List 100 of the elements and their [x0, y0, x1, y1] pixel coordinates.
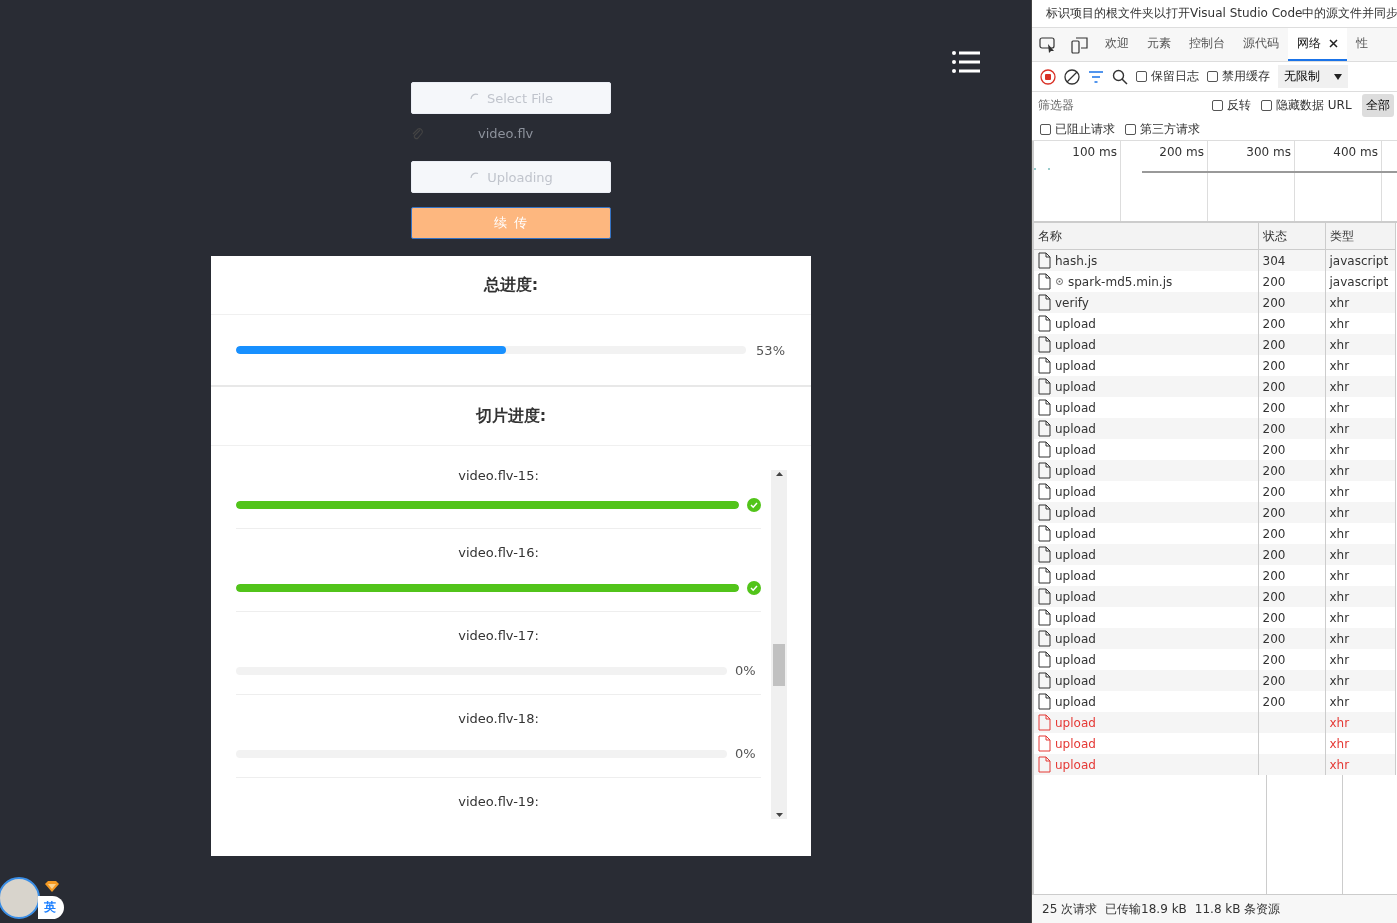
request-name[interactable]: upload	[1055, 463, 1096, 478]
status-code: 200	[1262, 631, 1286, 646]
status-text: 11.8 kB 条资源	[1194, 900, 1281, 918]
request-name[interactable]: upload	[1055, 757, 1096, 772]
checkbox[interactable]	[1136, 71, 1147, 82]
request-name[interactable]: upload	[1055, 652, 1096, 667]
request-name[interactable]: upload	[1055, 316, 1096, 331]
status-code: 200	[1262, 694, 1286, 709]
column-header[interactable]: 状态	[1258, 223, 1325, 250]
request-name[interactable]: upload	[1055, 589, 1096, 604]
avatar[interactable]	[0, 877, 40, 919]
request-type: xhr	[1329, 610, 1350, 625]
status-code: 200	[1262, 295, 1286, 310]
request-name[interactable]: upload	[1055, 358, 1096, 373]
request-name[interactable]: upload	[1055, 673, 1096, 688]
column-header[interactable]: 名称	[1034, 223, 1258, 250]
timeline-tick: 200 ms	[1159, 145, 1204, 159]
gem-icon	[44, 880, 60, 893]
status-code: 200	[1262, 379, 1286, 394]
request-type: xhr	[1329, 463, 1350, 478]
devtools-tab[interactable]: 网络	[1288, 28, 1347, 61]
close-icon[interactable]	[1329, 39, 1338, 48]
request-name[interactable]: upload	[1055, 547, 1096, 562]
scrollbar-thumb[interactable]	[773, 643, 785, 686]
request-name[interactable]: upload	[1055, 442, 1096, 457]
checkbox[interactable]	[1212, 99, 1223, 111]
scrollbar[interactable]	[771, 470, 787, 819]
request-type: xhr	[1329, 547, 1350, 562]
checkbox[interactable]	[1261, 99, 1272, 111]
devtools-tab[interactable]: 控制台	[1180, 28, 1234, 61]
request-name[interactable]: upload	[1055, 568, 1096, 583]
checkbox-label: 保留日志	[1151, 68, 1199, 85]
progress-percent: 0%	[735, 746, 757, 761]
request-name[interactable]: upload	[1055, 505, 1096, 520]
request-name[interactable]: upload	[1055, 694, 1096, 709]
section-title: 切片进度:	[211, 387, 811, 446]
request-name[interactable]: hash.js	[1055, 253, 1098, 268]
request-type: xhr	[1329, 379, 1350, 394]
devtools-tab[interactable]: 性	[1347, 28, 1377, 61]
chunk-label: video.flv-19:	[458, 794, 539, 809]
type-filter-button[interactable]: 全部	[1361, 93, 1394, 117]
status-code: 200	[1262, 673, 1286, 688]
chunk-label: video.flv-15:	[458, 470, 539, 483]
request-name[interactable]: verify	[1055, 295, 1089, 310]
progress-percent: 53%	[756, 342, 785, 358]
checkbox[interactable]	[1207, 71, 1218, 82]
caret-icon	[1334, 73, 1342, 80]
scroll-up-arrow-icon	[774, 470, 784, 478]
language-badge[interactable]: 英	[38, 896, 64, 919]
status-code: 200	[1262, 463, 1286, 478]
devtools-tab[interactable]: 元素	[1138, 28, 1180, 61]
checkbox-label: 隐藏数据 URL	[1276, 96, 1352, 114]
timeline-tick: 400 ms	[1333, 145, 1378, 159]
request-name[interactable]: upload	[1055, 421, 1096, 436]
request-type: xhr	[1329, 421, 1350, 436]
status-code: 200	[1262, 337, 1286, 352]
request-name[interactable]: upload	[1055, 631, 1096, 646]
request-type: xhr	[1329, 715, 1350, 730]
status-code: 200	[1262, 400, 1286, 415]
paperclip-icon	[411, 126, 424, 140]
request-type: xhr	[1329, 442, 1350, 457]
request-name[interactable]: upload	[1055, 610, 1096, 625]
request-name[interactable]: upload	[1055, 484, 1096, 499]
status-code: 200	[1262, 442, 1286, 457]
checkbox-label: 第三方请求	[1140, 120, 1200, 138]
inspect-icon[interactable]	[1039, 35, 1057, 54]
checkbox-label: 禁用缓存	[1222, 68, 1270, 85]
devtools-tab[interactable]: 欢迎	[1096, 28, 1138, 61]
progress-percent: 0%	[735, 663, 757, 678]
request-type: xhr	[1329, 358, 1350, 373]
throttling-dropdown[interactable]: 无限制	[1278, 65, 1348, 88]
request-name[interactable]: upload	[1055, 400, 1096, 415]
request-name[interactable]: spark-md5.min.js	[1068, 274, 1173, 289]
checkbox-label: 反转	[1227, 96, 1251, 114]
column-header[interactable]: 类型	[1325, 223, 1395, 250]
checkbox[interactable]	[1040, 123, 1051, 135]
status-code: 200	[1262, 358, 1286, 373]
section-title: 总进度:	[211, 256, 811, 315]
device-icon[interactable]	[1071, 35, 1089, 54]
devtools-tab[interactable]: 源代码	[1234, 28, 1288, 61]
filter-icon[interactable]	[1088, 68, 1104, 85]
request-name[interactable]: upload	[1055, 526, 1096, 541]
request-name[interactable]: upload	[1055, 337, 1096, 352]
request-name[interactable]: upload	[1055, 379, 1096, 394]
request-name[interactable]: upload	[1055, 715, 1096, 730]
request-type: xhr	[1329, 631, 1350, 646]
timeline-tick: 300 ms	[1246, 145, 1291, 159]
request-type: xhr	[1329, 568, 1350, 583]
file-name: video.flv	[478, 125, 534, 141]
request-type: javascript	[1329, 253, 1389, 268]
request-type: xhr	[1329, 757, 1350, 772]
status-code: 200	[1262, 547, 1286, 562]
checkbox[interactable]	[1125, 123, 1136, 135]
record-stop-icon[interactable]	[1040, 68, 1056, 85]
request-type: xhr	[1329, 652, 1350, 667]
clear-icon[interactable]	[1064, 68, 1080, 85]
search-icon[interactable]	[1112, 68, 1128, 85]
request-name[interactable]: upload	[1055, 736, 1096, 751]
request-type: xhr	[1329, 505, 1350, 520]
request-type: xhr	[1329, 694, 1350, 709]
